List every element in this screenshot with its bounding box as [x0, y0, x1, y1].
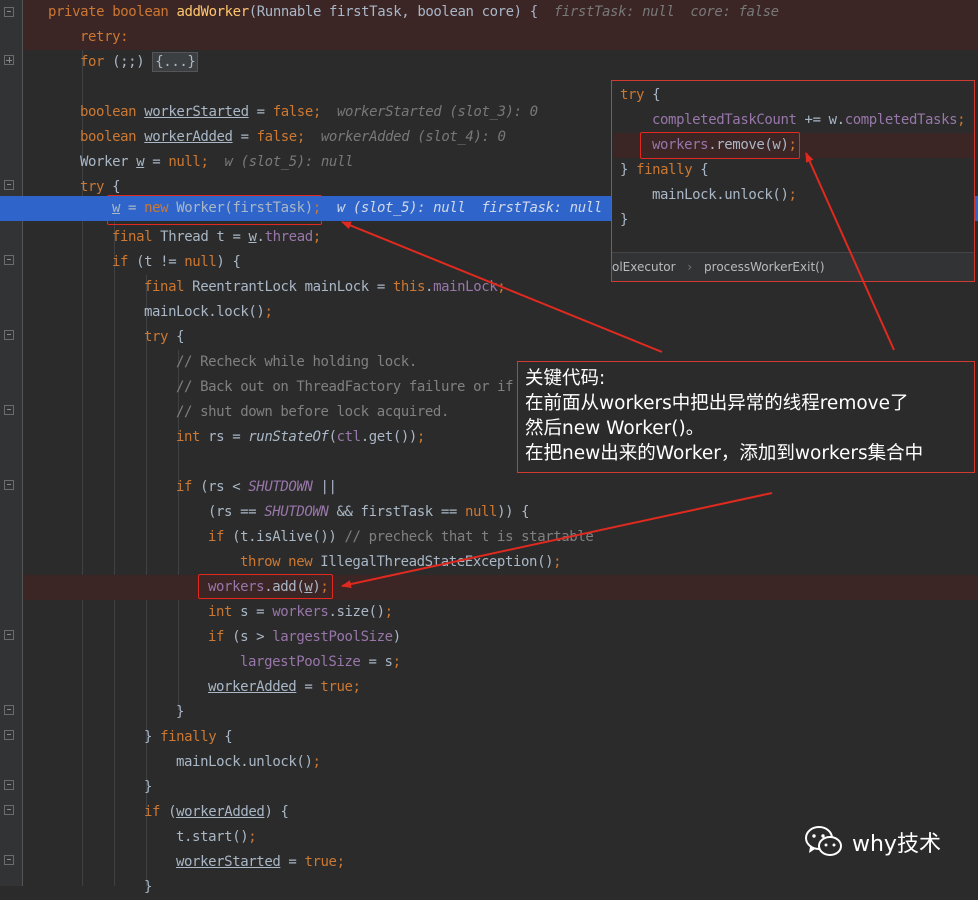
code-line: if (s > largestPoolSize) [208, 629, 401, 645]
code-line: private boolean addWorker(Runnable first… [24, 0, 978, 25]
fold-toggle-icon[interactable] [4, 705, 14, 715]
code-line: (rs == SHUTDOWN && firstTask == null)) { [208, 504, 530, 520]
editor-gutter[interactable] [0, 0, 23, 886]
highlight-new-worker [107, 195, 322, 225]
highlight-workers-add [198, 574, 333, 599]
fold-toggle-icon[interactable] [4, 855, 14, 865]
code-line: int s = workers.size(); [208, 604, 393, 620]
breadcrumb: olExecutor › processWorkerExit() [612, 252, 974, 281]
watermark: why技术 [804, 822, 941, 862]
code-line: if (t.isAlive()) // precheck that t is s… [208, 529, 594, 545]
callout-line: 然后new Worker()。 [525, 418, 705, 439]
code-line: workerAdded = true; [208, 679, 361, 695]
code-line: mainLock.unlock(); [176, 754, 321, 770]
fold-expand-icon[interactable] [4, 55, 14, 65]
wechat-icon [805, 826, 842, 856]
breadcrumb-separator: › [687, 260, 693, 274]
fold-toggle-icon[interactable] [4, 780, 14, 790]
fold-toggle-icon[interactable] [4, 7, 14, 17]
breadcrumb-item[interactable]: processWorkerExit() [704, 260, 824, 274]
code-line: } [144, 879, 153, 895]
code-line: for (;;) {...} [24, 50, 978, 75]
breadcrumb-item[interactable]: olExecutor [612, 260, 676, 274]
fold-toggle-icon[interactable] [4, 180, 14, 190]
callout-line: 关键代码: [525, 368, 606, 389]
fold-toggle-icon[interactable] [4, 330, 14, 340]
code-line: mainLock.lock(); [144, 304, 273, 320]
annotation-callout: 关键代码: 在前面从workers中把出异常的线程remove了 然后new W… [517, 361, 975, 473]
highlight-workers-remove [640, 132, 800, 159]
code-line: try { [144, 329, 185, 345]
code-snippet-popup: try { completedTaskCount += w.completedT… [611, 80, 975, 282]
code-line: } [176, 704, 185, 720]
code-line: } [144, 779, 153, 795]
code-line: if (rs < SHUTDOWN || [176, 479, 337, 495]
fold-toggle-icon[interactable] [4, 630, 14, 640]
callout-line: 在前面从workers中把出异常的线程remove了 [525, 393, 909, 414]
fold-toggle-icon[interactable] [4, 480, 14, 490]
code-line: workers.add(w); [24, 575, 978, 600]
watermark-text: why技术 [852, 832, 941, 857]
code-line: retry: [24, 25, 978, 50]
code-line: } finally { [144, 729, 233, 745]
code-line: throw new IllegalThreadStateException(); [240, 554, 562, 570]
callout-line: 在把new出来的Worker，添加到workers集合中 [525, 443, 924, 464]
fold-toggle-icon[interactable] [4, 405, 14, 415]
folded-code-block[interactable]: {...} [152, 52, 199, 72]
fold-toggle-icon[interactable] [4, 805, 14, 815]
fold-toggle-icon[interactable] [4, 730, 14, 740]
fold-toggle-icon[interactable] [4, 255, 14, 265]
code-line: largestPoolSize = s; [240, 654, 401, 670]
